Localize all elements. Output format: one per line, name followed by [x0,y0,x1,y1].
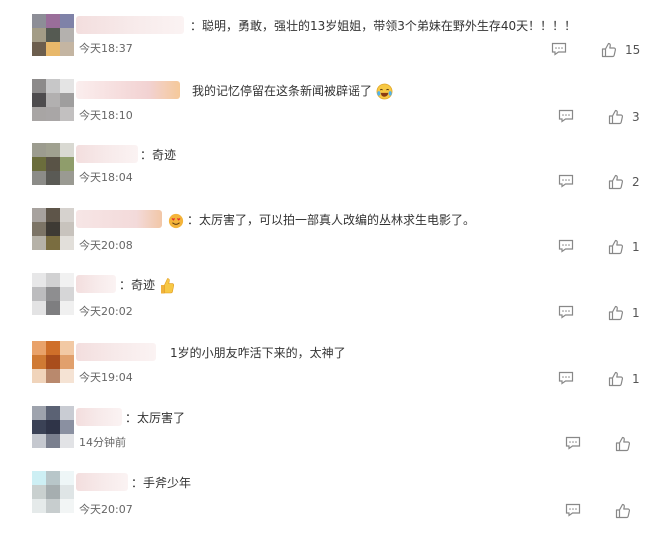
heart-eyes-emoji [168,213,184,229]
comment-item: ：奇迹 今天20:02 1 [0,273,660,337]
avatar[interactable] [32,273,74,315]
username[interactable] [76,275,116,293]
thumbs-up-icon [615,436,631,452]
username[interactable] [76,145,138,163]
comment-text: ：太厉害了，可以拍一部真人改编的丛林求生电影了。 [187,213,476,227]
like-count: 15 [625,43,641,57]
comment-item: ：聪明，勇敢，强壮的13岁姐姐，带领3个弟妹在野外生存40天！！！！ 今天18:… [0,14,660,78]
comment-item: ：手斧少年 今天20:07 [0,471,660,535]
comment-text: ：太厉害了 [125,411,186,425]
comment-icon[interactable] [558,239,574,253]
thumbs-up-icon [608,109,624,125]
comment-text: ：奇迹 [119,276,175,295]
thumbs-up-icon [601,42,617,58]
thumbs-up-icon [608,239,624,255]
like-count: 3 [632,110,640,124]
avatar[interactable] [32,14,74,56]
comment-icon[interactable] [558,371,574,385]
comment-time: 今天18:10 [79,109,133,122]
comment-text: ：奇迹 [140,148,177,162]
like-count: 1 [632,240,640,254]
username[interactable] [76,81,180,99]
comment-text: ：聪明，勇敢，强壮的13岁姐姐，带领3个弟妹在野外生存40天！！！！ [190,19,577,33]
comment-time: 今天18:04 [79,171,133,184]
username[interactable] [76,408,122,426]
laugh-cry-emoji [376,83,393,100]
comment-time: 今天20:07 [79,503,133,516]
comment-text-body: ：奇迹 [119,278,156,292]
comment-text: 1岁的小朋友咋活下来的，太神了 [170,346,346,360]
comment-text: ：手斧少年 [131,476,192,490]
comment-item: ：太厉害了 14分钟前 [0,406,660,470]
comment-icon[interactable] [558,305,574,319]
comment-time: 14分钟前 [79,436,126,449]
thumbs-up-icon [615,503,631,519]
comment-time: 今天18:37 [79,42,133,55]
comment-text-body: 我的记忆停留在这条新闻被辟谣了 [192,84,373,98]
avatar[interactable] [32,406,74,448]
avatar[interactable] [32,79,74,121]
username[interactable] [76,16,184,34]
username[interactable] [76,210,162,228]
comment-icon[interactable] [558,109,574,123]
avatar[interactable] [32,143,74,185]
comment-item: 我的记忆停留在这条新闻被辟谣了 今天18:10 3 [0,79,660,143]
comment-time: 今天20:08 [79,239,133,252]
comment-time: 今天19:04 [79,371,133,384]
comment-item: 1岁的小朋友咋活下来的，太神了 今天19:04 1 [0,341,660,405]
comment-time: 今天20:02 [79,305,133,318]
thumbs-up-emoji [160,277,174,293]
avatar[interactable] [32,208,74,250]
comment-icon[interactable] [558,174,574,188]
like-count: 2 [632,175,640,189]
comment-icon[interactable] [565,436,581,450]
comment-text: 我的记忆停留在这条新闻被辟谣了 [192,82,393,100]
thumbs-up-icon [608,174,624,190]
like-count: 1 [632,306,640,320]
comment-icon[interactable] [551,42,567,56]
thumbs-up-icon [608,305,624,321]
thumbs-up-icon [608,371,624,387]
comment-icon[interactable] [565,503,581,517]
like-count: 1 [632,372,640,386]
comment-item: ：奇迹 今天18:04 2 [0,143,660,207]
avatar[interactable] [32,341,74,383]
avatar[interactable] [32,471,74,513]
username[interactable] [76,473,128,491]
comment-item: ：太厉害了，可以拍一部真人改编的丛林求生电影了。 今天20:08 1 [0,208,660,272]
username[interactable] [76,343,156,361]
